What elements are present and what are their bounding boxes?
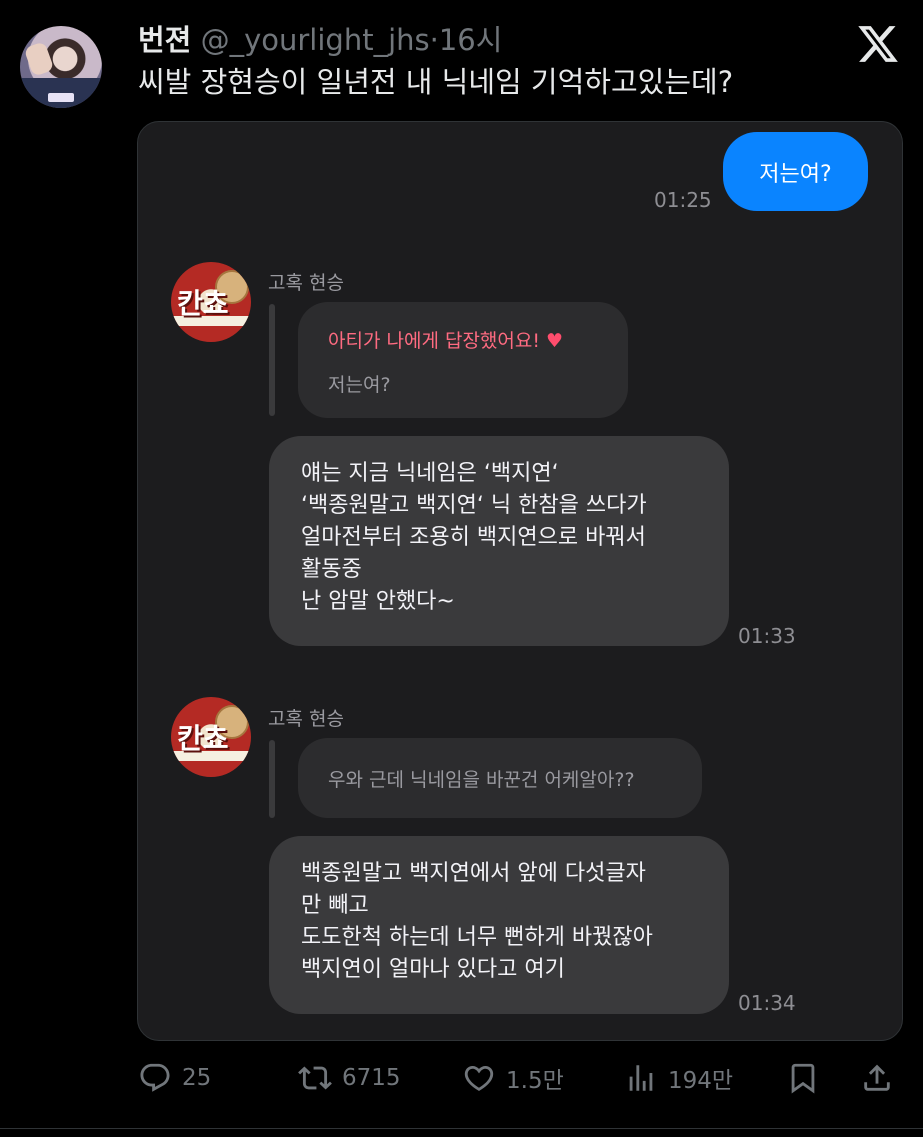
author-handle[interactable]: @_yourlight_jhs (201, 23, 430, 57)
my-message-text: 저는여? (759, 161, 832, 187)
quoted-reply: 우와 근데 닉네임을 바꾼건 어케알아?? (298, 738, 702, 818)
heart-icon: ♥ (545, 330, 564, 352)
tweet-header: 번젼 @_yourlight_jhs·16시 (138, 20, 502, 60)
like-button[interactable]: 1.5만 (462, 1060, 564, 1096)
divider (0, 1128, 923, 1129)
like-icon (464, 1065, 494, 1091)
tweet-action-bar: 25 6715 1.5만 194만 (0, 1050, 923, 1106)
share-icon (864, 1064, 890, 1091)
repost-icon (298, 1066, 332, 1090)
quote-title: 아티가 나에게 답장했어요! (328, 330, 540, 352)
sender-name: 고혹 현승 (268, 272, 344, 294)
sender-avatar: 칸쵸 (171, 697, 251, 777)
sender-avatar: 칸쵸 (171, 262, 251, 342)
message-line: 백종원말고 백지연에서 앞에 다섯글자 (301, 861, 646, 886)
separator-dot: · (429, 23, 439, 57)
reply-indicator-line (269, 740, 275, 818)
message-line: 난 암말 안했다~ (301, 589, 455, 614)
tweet-text: 씨발 장현승이 일년전 내 닉네임 기억하고있는데? (138, 65, 734, 99)
profile-avatar[interactable] (20, 26, 102, 108)
avatar-logo: 칸쵸 (177, 287, 229, 320)
quote-text: 저는여? (328, 374, 391, 396)
author-name[interactable]: 번젼 (138, 23, 191, 57)
message-line: ‘백종원말고 백지연‘ 닉 한참을 쓰다가 (301, 493, 647, 518)
reply-icon (140, 1063, 170, 1092)
repost-button[interactable]: 6715 (298, 1060, 401, 1096)
reply-count: 25 (182, 1065, 212, 1091)
bookmark-button[interactable] (786, 1060, 830, 1096)
bookmark-icon (791, 1063, 815, 1094)
views-button[interactable]: 194만 (624, 1060, 733, 1096)
tweet-media-chat-screenshot[interactable]: 저는여? 01:25 칸쵸 고혹 현승 아티가 나에게 답장했어요! ♥ 저는여?… (137, 121, 903, 1041)
views-icon (629, 1065, 653, 1091)
quote-text: 우와 근데 닉네임을 바꾼건 어케알아?? (328, 769, 635, 791)
message-line: 얘는 지금 닉네임은 ‘백지연‘ (301, 461, 559, 486)
like-count: 1.5만 (506, 1068, 564, 1094)
views-count: 194만 (668, 1068, 734, 1094)
message-bubble: 얘는 지금 닉네임은 ‘백지연‘ ‘백종원말고 백지연‘ 닉 한참을 쓰다가 얼… (269, 436, 729, 646)
message-line: 얼마전부터 조용히 백지연으로 바꿔서 (301, 525, 646, 550)
quoted-reply: 아티가 나에게 답장했어요! ♥ 저는여? (298, 302, 628, 418)
reply-indicator-line (269, 304, 275, 416)
x-logo-icon[interactable] (856, 22, 900, 66)
message-line: 도도한척 하는데 너무 뻔하게 바꿨잖아 (301, 925, 653, 950)
share-button[interactable] (860, 1060, 904, 1096)
tweet-time[interactable]: 16시 (439, 23, 503, 57)
message-bubble: 백종원말고 백지연에서 앞에 다섯글자 만 빼고 도도한척 하는데 너무 뻔하게… (269, 836, 729, 1014)
my-message-time: 01:25 (654, 188, 712, 212)
message-line: 만 빼고 (301, 893, 369, 918)
repost-count: 6715 (342, 1065, 401, 1091)
message-time: 01:34 (738, 991, 796, 1015)
my-message-bubble: 저는여? (723, 132, 868, 211)
message-line: 백지연이 얼마나 있다고 여기 (301, 957, 565, 982)
avatar-logo: 칸쵸 (177, 722, 229, 755)
message-line: 활동중 (301, 557, 362, 582)
sender-name: 고혹 현승 (268, 708, 344, 730)
message-time: 01:33 (738, 624, 796, 648)
reply-button[interactable]: 25 (138, 1060, 211, 1096)
